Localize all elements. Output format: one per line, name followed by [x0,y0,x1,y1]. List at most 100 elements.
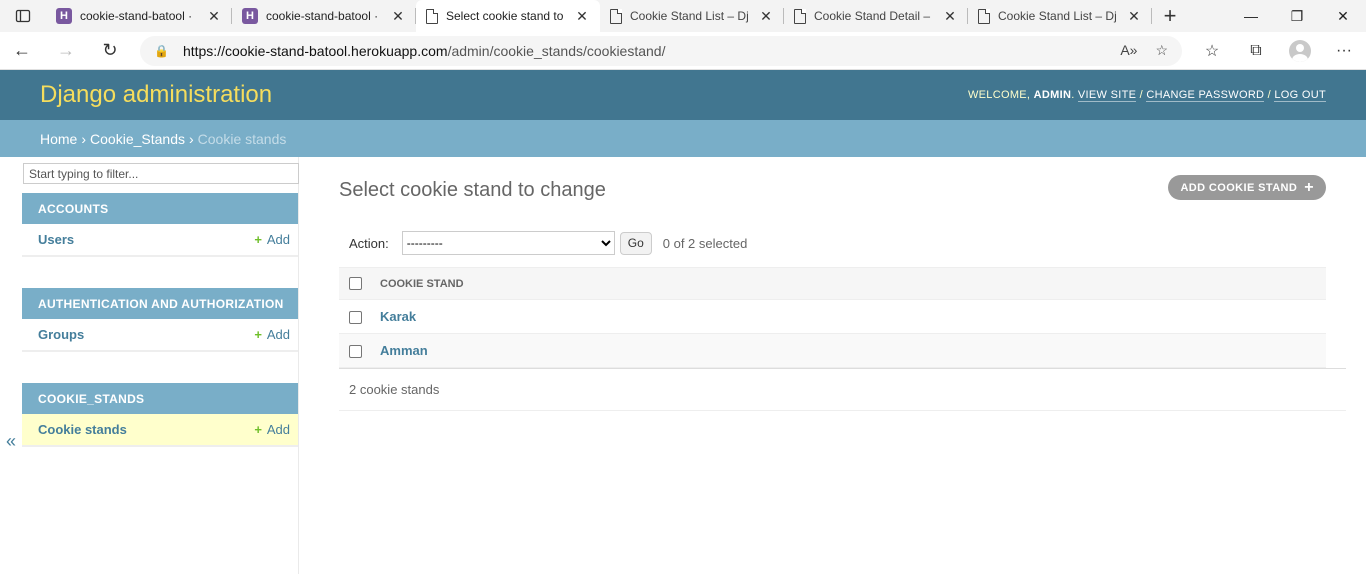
separator: / [1139,89,1143,101]
nav-filter-input[interactable] [23,163,299,184]
model-link-groups[interactable]: Groups [38,327,84,342]
model-row-groups: Groups + Add [22,319,298,351]
selection-counter: 0 of 2 selected [662,235,748,251]
add-favorite-icon[interactable]: ☆ [1155,42,1168,59]
breadcrumb-separator: › [81,130,87,147]
breadcrumb-current: Cookie stands [197,130,287,147]
action-select[interactable]: --------- [401,231,615,255]
result-list: COOKIE STAND Karak Amman [339,267,1326,368]
window-close-icon[interactable]: ✕ [1320,0,1366,32]
lock-icon[interactable]: 🔒 [154,44,169,58]
paginator: 2 cookie stands [339,368,1346,411]
breadcrumb-home[interactable]: Home [40,131,77,147]
back-icon[interactable]: ← [0,40,44,61]
site-brand[interactable]: Django administration [40,81,272,109]
row-link-cell: Amman [380,333,1326,368]
column-header-cookie-stand[interactable]: COOKIE STAND [380,267,1326,300]
row-link[interactable]: Karak [380,309,416,324]
admin-main: « ACCOUNTS Users + Add AUTHENTICATION AN… [0,157,1366,574]
tab-title: Cookie Stand Detail – [814,9,931,23]
plus-icon: + [1304,178,1314,196]
plus-icon: + [254,232,262,247]
page-icon [794,8,806,24]
page-icon [978,8,990,24]
separator: / [1267,89,1272,101]
go-button[interactable]: Go [619,231,652,255]
tab-title: Cookie Stand List – Dj [630,9,749,23]
username: ADMIN [1033,89,1072,101]
breadcrumb-app[interactable]: Cookie_Stands [90,131,185,147]
url-path: /admin/cookie_stands/cookiestand/ [447,42,666,59]
forward-icon[interactable]: → [44,40,88,61]
browser-tab-6[interactable]: Cookie Stand List – Dj ✕ [968,0,1152,32]
row-checkbox[interactable] [349,345,362,359]
url-input[interactable]: 🔒 https://cookie-stand-batool.herokuapp.… [140,35,1182,66]
table-row: Karak [339,299,1326,334]
change-password-link[interactable]: CHANGE PASSWORD [1146,89,1265,102]
select-all-checkbox[interactable] [349,277,362,290]
close-icon[interactable]: ✕ [574,8,590,25]
close-icon[interactable]: ✕ [206,8,222,25]
tab-actions-icon[interactable] [0,0,46,32]
add-users-link[interactable]: + Add [254,232,290,247]
view-site-link[interactable]: VIEW SITE [1077,89,1137,102]
model-row-users: Users + Add [22,224,298,256]
breadcrumb-separator: › [188,130,194,147]
more-menu-icon[interactable]: ··· [1322,42,1366,60]
table-row: Amman [339,333,1326,368]
module-caption[interactable]: COOKIE_STANDS [22,383,298,414]
close-icon[interactable]: ✕ [1126,8,1142,25]
close-icon[interactable]: ✕ [390,8,406,25]
refresh-icon[interactable]: ↻ [88,40,132,61]
profile-avatar-icon[interactable] [1289,39,1311,62]
model-row-cookie-stands: Cookie stands + Add [22,414,298,446]
close-icon[interactable]: ✕ [942,8,958,25]
user-tools: WELCOME, ADMIN. VIEW SITE / CHANGE PASSW… [967,89,1326,102]
row-link-cell: Karak [380,299,1326,334]
model-link-cookie-stands[interactable]: Cookie stands [38,422,127,437]
tab-title: cookie-stand-batool · [80,9,193,23]
browser-tab-5[interactable]: Cookie Stand Detail – ✕ [784,0,968,32]
browser-address-bar: ← → ↻ 🔒 https://cookie-stand-batool.hero… [0,32,1366,70]
browser-tab-3[interactable]: Select cookie stand to ✕ [416,0,600,32]
new-tab-icon[interactable]: + [1152,3,1188,29]
module-caption[interactable]: ACCOUNTS [22,193,298,224]
module-auth: AUTHENTICATION AND AUTHORIZATION Groups … [22,288,298,352]
log-out-link[interactable]: LOG OUT [1274,89,1326,102]
add-label: Add [266,422,290,437]
nav-sidebar: ACCOUNTS Users + Add AUTHENTICATION AND … [0,157,299,574]
collapse-sidebar-icon[interactable]: « [6,431,16,452]
minimize-icon[interactable]: — [1228,0,1274,32]
action-label: Action: [349,235,389,251]
module-accounts: ACCOUNTS Users + Add [22,193,298,257]
row-checkbox-cell [339,333,380,368]
breadcrumb: Home › Cookie_Stands › Cookie stands [0,120,1366,157]
select-all-cell [339,267,380,300]
model-link-users[interactable]: Users [38,232,74,247]
add-groups-link[interactable]: + Add [254,327,290,342]
add-cookie-stand-button[interactable]: ADD COOKIE STAND + [1168,175,1326,200]
tab-title: cookie-stand-batool · [266,9,379,23]
row-checkbox[interactable] [349,311,362,325]
browser-tab-2[interactable]: H cookie-stand-batool · ✕ [232,0,416,32]
page-icon [610,8,622,24]
add-label: Add [266,327,290,342]
browser-tab-4[interactable]: Cookie Stand List – Dj ✕ [600,0,784,32]
row-link[interactable]: Amman [380,343,428,358]
favorites-icon[interactable]: ☆ [1190,41,1234,61]
close-icon[interactable]: ✕ [758,8,774,25]
read-aloud-icon[interactable]: A» [1120,42,1137,59]
actions-bar: Action: --------- Go 0 of 2 selected [339,222,1346,264]
collections-icon[interactable]: ⧉ [1234,42,1278,60]
content: Select cookie stand to change ADD COOKIE… [299,157,1366,574]
admin-header: Django administration WELCOME, ADMIN. VI… [0,70,1366,120]
browser-tab-1[interactable]: H cookie-stand-batool · ✕ [46,0,232,32]
row-checkbox-cell [339,299,380,334]
add-cookie-stands-link[interactable]: + Add [254,422,290,437]
plus-icon: + [254,327,262,342]
add-button-label: ADD COOKIE STAND [1180,181,1298,194]
restore-icon[interactable]: ❐ [1274,0,1320,32]
window-controls: — ❐ ✕ [1228,0,1366,32]
module-caption[interactable]: AUTHENTICATION AND AUTHORIZATION [22,288,298,319]
add-label: Add [266,232,290,247]
